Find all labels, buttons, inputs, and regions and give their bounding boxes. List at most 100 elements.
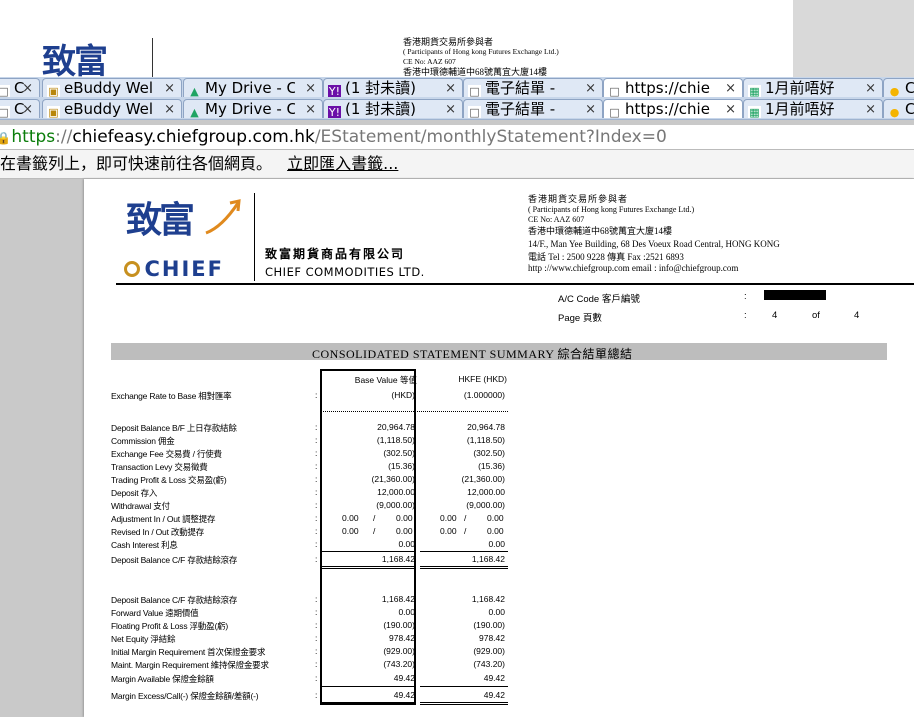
tab-close-icon[interactable]: ×: [164, 100, 175, 118]
summary-row-base-value: 1,168.42: [381, 594, 415, 604]
deposit-cf-row-base-value: 1,168.42: [381, 554, 415, 564]
summary-row-colon: :: [315, 435, 318, 445]
statement-page: 致富 CHIEF 致富期貨商品有限公司 CHIEF COMMODITIES LT…: [84, 179, 914, 717]
tab-close-icon[interactable]: ×: [22, 79, 33, 97]
summary-row-base-value: (15.36): [388, 461, 415, 471]
summary-row-label: Deposit Balance B/F 上日存款結餘: [111, 423, 237, 433]
summary-row-hkfe-value: 12,000.00: [467, 487, 505, 497]
tab-label: C: [905, 100, 914, 118]
spreadsheet-icon: ▦: [748, 85, 761, 97]
summary-row-base-value: (9,000.00): [376, 500, 415, 510]
browser-tab[interactable]: ▦ 1月前唔好 ×: [743, 78, 883, 97]
page-label: Page 頁數: [558, 313, 602, 324]
rule-after-cf-base-2: [320, 568, 416, 569]
tab-close-icon[interactable]: ×: [164, 79, 175, 97]
exchange-rate-row-label: Exchange Rate to Base 相對匯率: [111, 391, 232, 401]
browser-tab[interactable]: □ 電子結單 - ×: [463, 99, 603, 118]
tab-label: 1月前唔好: [765, 100, 835, 118]
browser-tab[interactable]: ▦ 1月前唔好 ×: [743, 99, 883, 118]
chief-logo-chars: 致富: [126, 199, 195, 241]
chat-bubble-icon: ●: [889, 85, 900, 97]
company-name-cn: 致富期貨商品有限公司: [265, 247, 406, 261]
summary-row-colon: :: [315, 422, 318, 432]
rule-after-cf-hkfe-1: [420, 566, 508, 567]
summary-row-label: Net Equity 淨結餘: [111, 634, 176, 644]
import-bookmarks-link[interactable]: 立即匯入書籤...: [287, 154, 398, 173]
tab-strip-2: □C×▣eBuddy Wel×▲My Drive - C×Y!(1 封未讀)×□…: [0, 98, 914, 120]
tab-close-icon[interactable]: ×: [305, 100, 316, 118]
tab-close-icon[interactable]: ×: [865, 100, 876, 118]
tab-close-icon[interactable]: ×: [445, 79, 456, 97]
browser-tab[interactable]: □ https://chie ×: [603, 99, 743, 118]
tab-close-icon[interactable]: ×: [725, 79, 736, 97]
google-drive-icon: ▲: [190, 106, 199, 118]
adjust-slash-base: /: [373, 526, 376, 536]
browser-tab[interactable]: □ https://chie ×: [603, 78, 743, 97]
summary-row-hkfe-value: (302.50): [473, 448, 505, 458]
adjust-row-label: Adjustment In / Out 調整提存: [111, 514, 216, 524]
adjust-in-base: 0.00: [342, 526, 359, 536]
browser-tab[interactable]: Y! (1 封未讀) ×: [323, 99, 463, 118]
adjust-slash-hkfe: /: [464, 513, 467, 523]
summary-row-colon: :: [315, 646, 318, 656]
summary-row-colon: :: [315, 673, 318, 683]
browser-tab[interactable]: ▲ My Drive - C ×: [183, 99, 323, 118]
rule-after-excess-hkfe-1: [420, 702, 508, 703]
adjust-out-hkfe: 0.00: [487, 526, 504, 536]
summary-row-base-value: (302.50): [383, 448, 415, 458]
tab-label: My Drive - C: [205, 100, 295, 118]
tab-close-icon[interactable]: ×: [22, 100, 33, 118]
summary-row-colon: :: [315, 620, 318, 630]
logo-arrow-icon: [205, 199, 241, 235]
summary-row-label: Forward Value 遠期價值: [111, 608, 199, 618]
browser-tab[interactable]: □C×: [0, 78, 40, 97]
browser-tab[interactable]: ▲ My Drive - C ×: [183, 78, 323, 97]
tab-close-icon[interactable]: ×: [865, 79, 876, 97]
browser-tab[interactable]: Y! (1 封未讀) ×: [323, 78, 463, 97]
chat-bubble-icon: ●: [889, 106, 900, 118]
company-contact-block: 香港期貨交易所參與者 ( Participants of Hong kong F…: [528, 194, 780, 274]
cash-interest-row-hkfe-value: 0.00: [488, 539, 505, 549]
browser-tab[interactable]: ●C: [883, 99, 914, 118]
blank-page-icon: □: [468, 85, 481, 97]
url-scheme: https: [11, 127, 56, 147]
address-bar[interactable]: 🔒 https://chiefeasy.chiefgroup.com.hk/ES…: [0, 125, 914, 150]
tab-label: 電子結單 -: [485, 79, 556, 97]
ce-no: CE No: AAZ 607: [528, 215, 585, 224]
bg-address-cn: 香港中環德輔道中68號萬宜大廈14樓: [403, 67, 548, 77]
ac-code-redacted: [764, 290, 826, 300]
phone-fax: 電話 Tel : 2500 9228 傳真 Fax :2521 6893: [528, 252, 684, 262]
browser-tab[interactable]: ●C: [883, 78, 914, 97]
google-drive-icon: ▲: [190, 85, 199, 97]
tab-label: eBuddy Wel: [64, 100, 154, 118]
blank-page-icon: □: [0, 85, 10, 97]
tab-close-icon[interactable]: ×: [445, 100, 456, 118]
tab-close-icon[interactable]: ×: [305, 79, 316, 97]
blank-page-icon: □: [608, 106, 621, 118]
tab-close-icon[interactable]: ×: [585, 100, 596, 118]
summary-row-hkfe-value: (190.00): [473, 620, 505, 630]
header-rule: [116, 283, 914, 285]
bookmark-bar-message: 在書籤列上，即可快速前往各個網頁。: [0, 154, 273, 173]
bg-participant-en: ( Participants of Hong kong Futures Exch…: [403, 47, 559, 56]
summary-row-base-value: 12,000.00: [377, 487, 415, 497]
summary-row-label: Trading Profit & Loss 交易盈(虧): [111, 475, 227, 485]
background-logo: 致富: [42, 42, 108, 78]
tab-close-icon[interactable]: ×: [725, 100, 736, 118]
tab-close-icon[interactable]: ×: [585, 79, 596, 97]
page-colon: :: [744, 310, 747, 321]
margin-excess-row-hkfe-value: 49.42: [483, 690, 505, 700]
rule-before-excess-base: [320, 686, 416, 687]
summary-row-label: Transaction Levy 交易徵費: [111, 462, 208, 472]
browser-tab[interactable]: □C×: [0, 99, 40, 118]
browser-tab[interactable]: □ 電子結單 - ×: [463, 78, 603, 97]
rule-before-cf-hkfe: [420, 551, 508, 552]
exchange-rate-row-colon: :: [315, 390, 318, 400]
browser-tab[interactable]: ▣ eBuddy Wel ×: [42, 99, 182, 118]
blank-page-icon: □: [468, 106, 481, 118]
summary-row-colon: :: [315, 594, 318, 604]
rule-before-cf-base: [320, 551, 416, 552]
browser-tab[interactable]: ▣ eBuddy Wel ×: [42, 78, 182, 97]
tab-label: 電子結單 -: [485, 100, 556, 118]
summary-row-label: Deposit 存入: [111, 488, 158, 498]
